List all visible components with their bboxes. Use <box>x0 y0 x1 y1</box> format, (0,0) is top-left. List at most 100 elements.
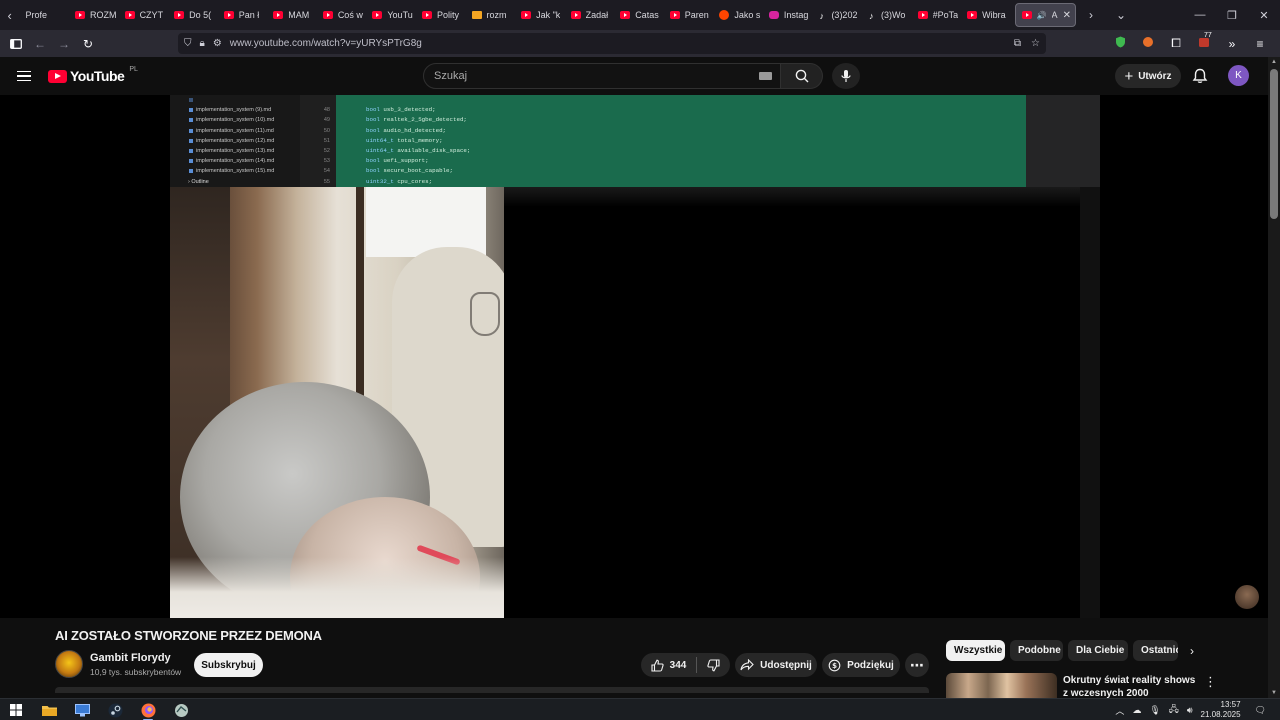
tab[interactable]: Polity <box>416 0 466 30</box>
keyboard-icon[interactable] <box>759 72 772 80</box>
youtube-favicon-icon <box>620 11 631 19</box>
extension-badge-icon[interactable]: 77 <box>1192 32 1216 51</box>
restore-icon[interactable]: ❐ <box>1216 9 1248 22</box>
tab[interactable]: (3)Wo <box>862 0 912 30</box>
thumbs-down-icon[interactable] <box>707 658 720 672</box>
tab[interactable]: Paren <box>664 0 714 30</box>
chips-next-icon[interactable]: › <box>1190 644 1194 658</box>
bookmark-star-icon[interactable]: ☆ <box>1031 38 1040 49</box>
tray-microphone-icon[interactable]: 🎙︎ <box>1149 705 1160 716</box>
tab[interactable]: Profe <box>19 0 69 30</box>
extensions-puzzle-icon[interactable]: ⧠ <box>1164 36 1188 51</box>
permissions-icon[interactable]: ⚙ <box>213 38 222 49</box>
youtube-logo[interactable]: YouTube PL <box>48 66 138 84</box>
page-scrollbar[interactable]: ▲ ▼ <box>1268 57 1280 698</box>
tab[interactable]: Wibra <box>961 0 1010 30</box>
notifications-icon[interactable]: 🗨︎ <box>1255 705 1266 716</box>
recommendation-title[interactable]: Okrutny świat reality shows z wczesnych … <box>1063 674 1198 698</box>
steam-icon[interactable] <box>107 702 123 718</box>
tab[interactable]: #PoTa <box>912 0 962 30</box>
scrollbar-thumb[interactable] <box>1270 69 1278 219</box>
tab[interactable]: Jako s <box>713 0 763 30</box>
description-box-top[interactable] <box>55 687 929 693</box>
tab[interactable]: MAM <box>267 0 317 30</box>
chip-filter[interactable]: Ostatnio <box>1133 640 1178 661</box>
volume-icon[interactable]: 🔊︎ <box>1187 705 1193 716</box>
back-icon[interactable]: ← <box>28 30 52 57</box>
clock-date: 21.08.2025 <box>1200 710 1241 719</box>
tracking-shield-icon[interactable]: ⛉ <box>184 38 192 49</box>
firefox-icon[interactable] <box>140 702 156 718</box>
tabs-scroll-right-icon[interactable]: › <box>1076 8 1106 22</box>
voice-search-button[interactable] <box>832 63 860 89</box>
scroll-down-icon[interactable]: ▼ <box>1271 690 1277 696</box>
tab-close-icon[interactable]: ✕ <box>1063 10 1071 21</box>
tabs-scroll-left-icon[interactable]: ‹ <box>0 0 19 30</box>
reload-icon[interactable]: ↻ <box>76 30 100 57</box>
scroll-up-icon[interactable]: ▲ <box>1271 59 1277 65</box>
tab[interactable]: Coś w <box>317 0 367 30</box>
app-menu-icon[interactable]: ≡ <box>1248 37 1272 51</box>
audio-playing-icon[interactable]: 🔊 <box>1037 11 1047 20</box>
account-avatar[interactable]: K <box>1228 65 1249 86</box>
sidebar-toggle-icon[interactable] <box>4 30 28 57</box>
tab[interactable]: CZYT <box>119 0 169 30</box>
tab[interactable]: Pan ł <box>218 0 268 30</box>
tab[interactable]: (3)202 <box>812 0 862 30</box>
tab[interactable]: Jak "k <box>515 0 565 30</box>
more-actions-button[interactable]: ⋯ <box>905 653 929 677</box>
thanks-button[interactable]: $ Podziękuj <box>822 653 900 677</box>
tab[interactable]: Instag <box>763 0 813 30</box>
search-button[interactable] <box>781 63 823 89</box>
tab[interactable]: YouTu <box>366 0 416 30</box>
code-type: uint32_t <box>366 177 394 185</box>
video-player[interactable]: implementation_system (9).md implementati… <box>0 95 1268 618</box>
window-close-icon[interactable]: ✕ <box>1248 9 1280 22</box>
tab[interactable]: Do 5( <box>168 0 218 30</box>
tiktok-favicon-icon <box>818 11 826 21</box>
taskbar-clock[interactable]: 13:57 21.08.2025 <box>1201 700 1241 720</box>
tab-active[interactable]: 🔊 AI Z ✕ <box>1014 3 1076 27</box>
share-button[interactable]: Udostępnij <box>735 653 817 677</box>
search-input[interactable]: Szukaj <box>423 63 781 89</box>
lock-icon[interactable]: 🔒︎ <box>200 38 205 49</box>
forward-icon[interactable]: → <box>52 30 76 57</box>
url-text[interactable]: www.youtube.com/watch?v=yURYsPTrG8g <box>230 38 422 49</box>
vpn-shield-icon[interactable] <box>1108 36 1132 51</box>
youtube-favicon-icon <box>273 11 284 19</box>
network-icon[interactable]: 🖧︎ <box>1169 702 1179 718</box>
address-bar[interactable]: ⛉ 🔒︎ ⚙ www.youtube.com/watch?v=yURYsPTrG… <box>178 33 1046 54</box>
recommendation-thumbnail[interactable] <box>946 673 1057 698</box>
tray-overflow-icon[interactable]: ︿ <box>1115 704 1124 717</box>
like-button[interactable]: 344 <box>651 659 686 672</box>
minimize-icon[interactable]: — <box>1184 9 1216 21</box>
tab[interactable]: ROZM <box>69 0 119 30</box>
remote-desktop-icon[interactable] <box>74 702 90 718</box>
notifications-bell-icon[interactable] <box>1191 67 1209 85</box>
onedrive-cloud-icon[interactable]: ☁ <box>1132 705 1141 716</box>
chip-filter[interactable]: Wszystkie <box>946 640 1005 661</box>
tab[interactable]: rozm <box>466 0 516 30</box>
overflow-chevrons-icon[interactable]: » <box>1220 37 1244 51</box>
list-all-tabs-icon[interactable]: ⌄ <box>1106 8 1136 22</box>
channel-name[interactable]: Gambit Florydy <box>90 652 171 664</box>
chip-filter[interactable]: Dla Ciebie <box>1068 640 1128 661</box>
subscribe-button[interactable]: Subskrybuj <box>194 653 263 677</box>
video-watermark-avatar[interactable] <box>1235 585 1259 609</box>
file-explorer-icon[interactable] <box>41 702 57 718</box>
line-number: 52 <box>323 147 330 154</box>
channel-avatar[interactable] <box>55 650 83 678</box>
share-icon <box>740 659 754 671</box>
picture-in-picture-icon[interactable]: ⧉ <box>1014 38 1021 49</box>
app-icon[interactable] <box>173 702 189 718</box>
extension-icon[interactable] <box>1136 36 1160 51</box>
tab-label: ROZM <box>90 10 117 20</box>
windows-start-icon[interactable] <box>8 702 24 718</box>
browser-tab-strip: ‹ Profe ROZM CZYT Do 5(Pan ł MAM Coś w YouTu Po… <box>0 0 1280 30</box>
guide-menu-icon[interactable] <box>17 71 31 81</box>
tab[interactable]: Zadał <box>565 0 615 30</box>
create-button[interactable]: + Utwórz <box>1115 64 1181 88</box>
tab[interactable]: Catas <box>614 0 664 30</box>
recommendation-menu-icon[interactable]: ⋮ <box>1204 674 1217 690</box>
chip-filter[interactable]: Podobne <box>1010 640 1063 661</box>
